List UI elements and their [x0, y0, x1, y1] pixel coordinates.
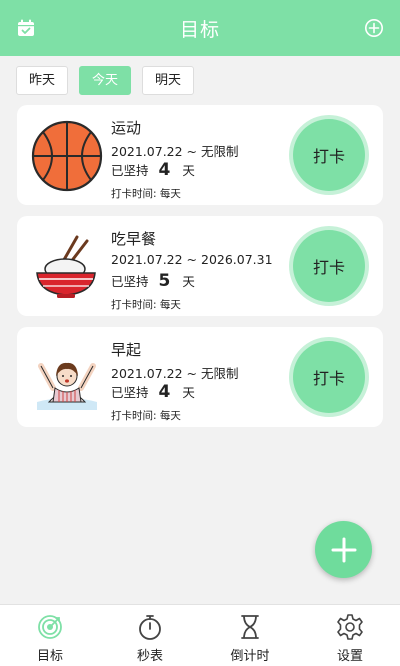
goal-name: 早起	[111, 341, 142, 359]
basketball-icon	[31, 120, 103, 192]
streak-unit: 天	[182, 385, 195, 400]
tab-yesterday[interactable]: 昨天	[16, 66, 69, 95]
checkin-time: 打卡时间: 每天	[111, 188, 181, 200]
nav-label: 设置	[336, 649, 363, 664]
app-header: 目标	[0, 0, 400, 56]
streak-unit: 天	[182, 163, 195, 178]
nav-item-settings[interactable]: 设置	[300, 605, 400, 666]
plus-icon	[331, 537, 356, 562]
target-icon	[38, 615, 62, 639]
streak-prefix: 已坚持	[111, 274, 149, 289]
nav-item-goals[interactable]: 目标	[0, 605, 100, 666]
page-title: 目标	[179, 19, 220, 41]
streak-days: 5	[158, 271, 171, 291]
rice-bowl-icon	[36, 235, 96, 298]
streak-days: 4	[158, 382, 171, 402]
day-tabs: 昨天 今天 明天	[16, 66, 195, 95]
goal-name: 吃早餐	[111, 230, 157, 248]
goal-streak: 已坚持 4 天	[111, 160, 195, 180]
tab-today[interactable]: 今天	[79, 66, 132, 95]
checkin-button[interactable]: 打卡	[293, 230, 365, 302]
streak-unit: 天	[182, 274, 195, 289]
goal-card[interactable]: 吃早餐 2021.07.22 ~ 2026.07.31 已坚持 5 天 打卡时间…	[17, 216, 383, 316]
streak-prefix: 已坚持	[111, 385, 149, 400]
goal-streak: 已坚持 4 天	[111, 382, 195, 402]
goal-card[interactable]: 运动 2021.07.22 ~ 无限制 已坚持 4 天 打卡时间: 每天 打卡	[17, 105, 383, 205]
streak-prefix: 已坚持	[111, 163, 149, 178]
nav-item-countdown[interactable]: 倒计时	[200, 605, 300, 666]
goal-dates: 2021.07.22 ~ 无限制	[111, 144, 239, 159]
bottom-nav: 目标 秒表 倒计时 设置	[0, 604, 400, 666]
add-goal-button[interactable]	[315, 521, 372, 578]
gear-icon	[337, 614, 363, 640]
goal-streak: 已坚持 5 天	[111, 271, 195, 291]
stopwatch-icon	[139, 615, 161, 640]
nav-label: 秒表	[136, 649, 163, 664]
checkin-button[interactable]: 打卡	[293, 341, 365, 413]
nav-label: 目标	[36, 649, 63, 664]
nav-item-stopwatch[interactable]: 秒表	[100, 605, 200, 666]
wake-up-person-icon	[37, 362, 97, 410]
checkin-time: 打卡时间: 每天	[111, 410, 181, 422]
goal-dates: 2021.07.22 ~ 2026.07.31	[111, 252, 273, 267]
tab-tomorrow[interactable]: 明天	[142, 66, 195, 95]
streak-days: 4	[158, 160, 171, 180]
nav-label: 倒计时	[230, 649, 270, 664]
add-circle-icon[interactable]	[364, 18, 384, 38]
checkin-button[interactable]: 打卡	[293, 119, 365, 191]
hourglass-icon	[241, 615, 259, 639]
goal-dates: 2021.07.22 ~ 无限制	[111, 366, 239, 381]
goal-card[interactable]: 早起 2021.07.22 ~ 无限制 已坚持 4 天 打卡时间: 每天 打卡	[17, 327, 383, 427]
checkin-time: 打卡时间: 每天	[111, 299, 181, 311]
goal-name: 运动	[111, 119, 142, 137]
